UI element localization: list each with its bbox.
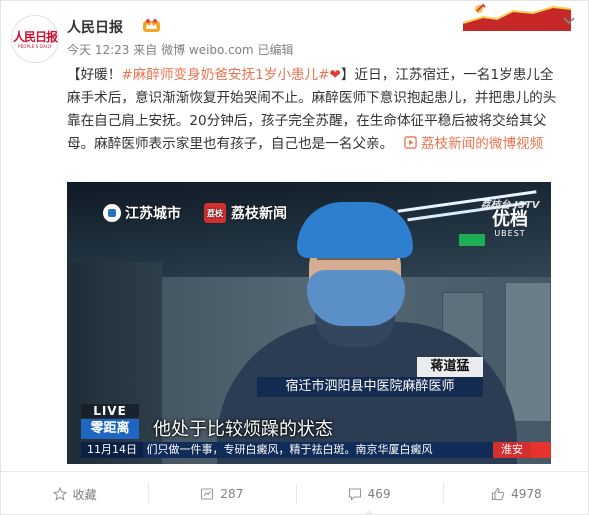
post-action-bar: 收藏 287 469 4978 xyxy=(1,471,589,515)
repost-button[interactable]: 287 xyxy=(148,472,295,515)
comment-count: 469 xyxy=(367,487,391,501)
post-meta: 今天 12:23 来自 微博 weibo.com 已编辑 xyxy=(67,41,293,58)
live-badge: LIVE xyxy=(81,404,139,418)
brand-mid-label: 荔枝新闻 xyxy=(231,206,287,222)
jiangsu-city-logo-icon xyxy=(103,204,121,222)
ticker-place: 淮安 xyxy=(493,442,531,458)
channel-logo-lizhi: 荔枝 荔枝新闻 xyxy=(204,202,287,224)
ubest-top: 荔枝台 JSTV xyxy=(480,200,540,211)
ubest-en: UBEST xyxy=(494,229,526,238)
surgical-mask xyxy=(307,270,405,326)
favorite-button[interactable]: 收藏 xyxy=(1,472,148,515)
edited-label[interactable]: 已编辑 xyxy=(257,43,293,57)
hashtag-link[interactable]: #麻醉师变身奶爸安抚1岁小患儿# xyxy=(121,67,329,83)
source-prefix: 来自 xyxy=(133,43,158,57)
brand-left-label: 江苏城市 xyxy=(125,206,181,222)
ticker-date: 11月14日 xyxy=(81,442,143,458)
logo-subtext: PEOPLE'S DAILY xyxy=(17,43,53,49)
account-name[interactable]: 人民日报 xyxy=(67,17,123,37)
channel-logo-jiangsu-city: 江苏城市 xyxy=(103,202,181,224)
ticker-corner-logo xyxy=(531,442,551,458)
account-avatar[interactable]: 人民日报 PEOPLE'S DAILY xyxy=(11,15,59,63)
video-source-link[interactable]: 荔枝新闻的微博视频 xyxy=(421,136,543,152)
heart-emoji: ❤ xyxy=(329,67,341,83)
ubest-main: 优档 xyxy=(492,209,528,230)
news-ticker: 11月14日 们只做一件事，专研白癜风，精于祛白斑。南京华厦白癜风 淮安 xyxy=(81,442,551,458)
post-time[interactable]: 今天 12:23 xyxy=(67,43,129,57)
favorite-label: 收藏 xyxy=(72,487,97,502)
ubest-watermark: 荔枝台 JSTV 优档 UBEST xyxy=(475,196,545,240)
corridor-door xyxy=(505,282,551,422)
like-count: 4978 xyxy=(511,487,542,501)
ticker-text: 们只做一件事，专研白癜风，精于祛白斑。南京华厦白癜风 xyxy=(146,443,433,456)
person-name-plate: 蒋道猛 xyxy=(417,357,483,377)
video-subtitle: 他处于比较烦躁的状态 xyxy=(153,419,333,440)
video-player[interactable]: 江苏城市 荔枝 荔枝新闻 荔枝台 JSTV 优档 UBEST 蒋道猛 宿迁市泗阳… xyxy=(67,182,551,464)
text-prefix: 【好暖！ xyxy=(67,67,122,83)
star-icon xyxy=(52,487,67,501)
comment-button[interactable]: 469 xyxy=(295,472,443,515)
post-text: 【好暖！#麻醉师变身奶爸安抚1岁小患儿#❤】近日，江苏宿迁，一名1岁患儿全麻手术… xyxy=(67,64,563,156)
chevron-down-icon[interactable] xyxy=(562,13,576,27)
post-source[interactable]: 微博 weibo.com xyxy=(161,43,254,57)
program-badge: 零距离 xyxy=(81,419,139,439)
vip-crown-icon[interactable] xyxy=(143,18,160,32)
weibo-post-card: 人民日报 PEOPLE'S DAILY 人民日报 今天 12:23 来自 微博 … xyxy=(0,0,589,515)
thumbs-up-icon xyxy=(492,487,505,501)
person-title-plate: 宿迁市泗阳县中医院麻醉医师 xyxy=(257,377,483,397)
comment-icon xyxy=(348,488,361,501)
lizhi-logo-icon: 荔枝 xyxy=(204,203,226,223)
repost-count: 287 xyxy=(220,487,244,501)
like-button[interactable]: 4978 xyxy=(442,472,589,515)
video-link-icon[interactable] xyxy=(403,136,417,149)
great-wall-decoration-icon xyxy=(463,3,571,31)
repost-icon xyxy=(201,488,214,500)
logo-text: 人民日报 xyxy=(12,29,58,44)
